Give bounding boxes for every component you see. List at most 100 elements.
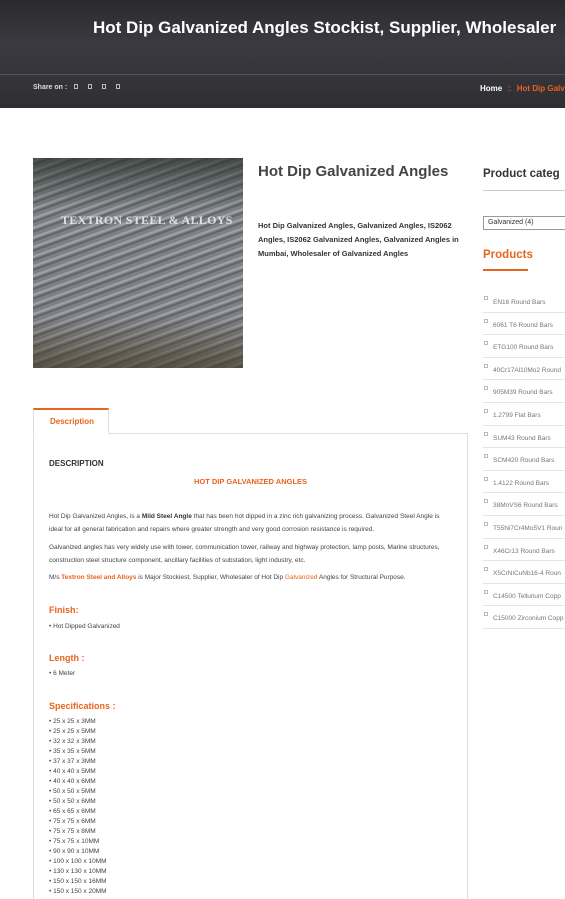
bullet-icon — [484, 431, 488, 436]
spec-value: 37 x 37 x 3MM — [53, 758, 96, 765]
bullet-icon — [484, 589, 488, 594]
sidebar-product-item[interactable]: C14500 Tellurium Copp — [483, 584, 565, 607]
spec-value: 40 x 40 x 6MM — [53, 778, 96, 785]
length-value: • 6 Meter — [49, 670, 76, 677]
spec-item: • 50 x 50 x 5MM — [49, 787, 107, 797]
finish-value: • Hot Dipped Galvanized — [49, 623, 120, 630]
breadcrumb-home-link[interactable]: Home — [480, 84, 502, 93]
product-categories-heading: Product categ — [483, 168, 560, 180]
breadcrumb-current: Hot Dip Galv — [516, 84, 565, 93]
sidebar-product-item[interactable]: X46Cr13 Round Bars — [483, 539, 565, 562]
facebook-icon[interactable] — [74, 84, 78, 89]
heading-divider — [483, 190, 565, 191]
product-tags: Hot Dip Galvanized Angles, Galvanized An… — [258, 221, 459, 258]
description-subheading: HOT DIP GALVANIZED ANGLES — [193, 477, 308, 486]
company-link[interactable]: Textron Steel and Alloys — [61, 574, 136, 581]
sidebar-product-item[interactable]: EN16 Round Bars — [483, 290, 565, 313]
share-icons — [74, 84, 120, 89]
sidebar-product-label: ETG100 Round Bars — [493, 344, 554, 352]
specifications-heading: Specifications : — [49, 701, 116, 711]
products-heading: Products — [483, 249, 533, 261]
spec-value: 40 x 40 x 5MM — [53, 768, 96, 775]
bullet-icon — [484, 612, 488, 617]
description-paragraph-2: Galvanized angles has very widely use wi… — [49, 544, 440, 564]
sidebar-product-label: 40Cr17Al10Mo2 Round — [493, 366, 561, 374]
sidebar-product-item[interactable]: 905M39 Round Bars — [483, 380, 565, 403]
spec-item: • 75 x 75 x 10MM — [49, 837, 107, 847]
spec-item: • 75 x 75 x 6MM — [49, 817, 107, 827]
sidebar-product-label: 6061 T6 Round Bars — [493, 321, 553, 329]
sidebar-product-item[interactable]: 1.4122 Round Bars — [483, 471, 565, 494]
sidebar-product-label: C15000 Zirconium Copp — [493, 615, 564, 623]
sidebar-product-item[interactable]: 1.2799 Flat Bars — [483, 403, 565, 426]
spec-value: 25 x 25 x 3MM — [53, 718, 96, 725]
spec-value: 25 x 25 x 5MM — [53, 728, 96, 735]
sidebar-product-label: 1.2799 Flat Bars — [493, 411, 541, 419]
sidebar-product-label: X5CrNiCuNb16-4 Roun — [493, 570, 561, 578]
product-title: Hot Dip Galvanized Angles — [258, 163, 449, 180]
specifications-list: • 25 x 25 x 3MM • 25 x 25 x 5MM • 32 x 32 … — [49, 717, 107, 897]
spec-item: • 40 x 40 x 6MM — [49, 777, 107, 787]
sidebar-product-label: X46Cr13 Round Bars — [493, 547, 555, 555]
product-image[interactable]: TEXTRON STEEL & ALLOYS — [33, 158, 243, 368]
spec-value: 50 x 50 x 6MM — [53, 798, 96, 805]
spec-item: • 40 x 40 x 5MM — [49, 767, 107, 777]
spec-value: 75 x 75 x 8MM — [53, 828, 96, 835]
banner-divider — [0, 74, 565, 75]
page-title: Hot Dip Galvanized Angles Stockist, Supp… — [93, 18, 557, 37]
finish-heading: Finish: — [49, 605, 79, 615]
sidebar-product-label: T55Ni7Cr4Mo5V1 Roun — [493, 524, 563, 532]
spec-item: • 100 x 100 x 10MM — [49, 857, 107, 867]
sidebar-product-item[interactable]: SUM43 Round Bars — [483, 426, 565, 449]
sidebar-product-label: EN16 Round Bars — [493, 299, 546, 306]
spec-item: • 150 x 150 x 20MM — [49, 887, 107, 897]
spec-value: 130 x 130 x 10MM — [53, 868, 107, 875]
spec-value: 32 x 32 x 3MM — [53, 738, 96, 745]
sidebar-product-item[interactable]: C15000 Zirconium Copp — [483, 606, 565, 629]
breadcrumb: Home:: Hot Dip Galv — [480, 84, 565, 93]
sidebar-product-label: SCM420 Round Bars — [493, 457, 555, 465]
products-list: EN16 Round Bars 6061 T6 Round Bars ETG100 … — [483, 290, 565, 629]
sidebar-product-label: SUM43 Round Bars — [493, 434, 551, 442]
tab-description[interactable]: Description — [33, 408, 109, 434]
bullet-icon — [484, 521, 488, 526]
sidebar-product-item[interactable]: T55Ni7Cr4Mo5V1 Roun — [483, 516, 565, 539]
spec-item: • 25 x 25 x 3MM — [49, 717, 107, 727]
spec-item: • 50 x 50 x 6MM — [49, 797, 107, 807]
sidebar-product-item[interactable]: 6061 T6 Round Bars — [483, 313, 565, 336]
image-shading — [33, 158, 243, 368]
bullet-icon — [484, 499, 488, 504]
spec-item: • 90 x 90 x 10MM — [49, 847, 107, 857]
galvanized-link[interactable]: Galvanized — [285, 574, 318, 581]
text-bold: Mild Steel Angle — [141, 513, 192, 520]
sidebar-product-label: C14500 Tellurium Copp — [493, 592, 561, 600]
sidebar-product-item[interactable]: X5CrNiCuNb16-4 Roun — [483, 561, 565, 584]
spec-item: • 65 x 65 x 6MM — [49, 807, 107, 817]
bullet-icon — [484, 386, 488, 391]
bullet-icon — [484, 454, 488, 459]
breadcrumb-separator: :: — [507, 84, 512, 93]
sidebar-product-item[interactable]: 38MnVS6 Round Bars — [483, 493, 565, 516]
spec-item: • 25 x 25 x 5MM — [49, 727, 107, 737]
spec-item: • 150 x 150 x 16MM — [49, 877, 107, 887]
spec-value: 75 x 75 x 10MM — [53, 838, 100, 845]
bullet-icon — [484, 363, 488, 368]
text: is Major Stockiest, Supplier, Wholesaler… — [136, 574, 285, 581]
sidebar-product-label: 1.4122 Round Bars — [493, 479, 550, 487]
bullet-icon — [484, 318, 488, 323]
text: Angles for Structural Purpose. — [317, 574, 406, 581]
text: M/s — [49, 574, 62, 581]
spec-item: • 37 x 37 x 3MM — [49, 757, 107, 767]
sidebar-product-item[interactable]: SCM420 Round Bars — [483, 448, 565, 471]
description-paragraph-1: Hot Dip Galvanized Angles, is a Mild Ste… — [49, 511, 454, 536]
sidebar-product-item[interactable]: 40Cr17Al10Mo2 Round — [483, 358, 565, 381]
spec-value: 75 x 75 x 6MM — [53, 818, 96, 825]
pinterest-icon[interactable] — [116, 84, 120, 89]
twitter-icon[interactable] — [88, 84, 92, 89]
linkedin-icon[interactable] — [102, 84, 106, 89]
spec-value: 150 x 150 x 20MM — [53, 888, 107, 895]
sidebar-product-item[interactable]: ETG100 Round Bars — [483, 335, 565, 358]
category-select[interactable]: Galvanized (4) — [483, 216, 565, 230]
length-heading: Length : — [49, 653, 85, 663]
products-heading-underline — [483, 269, 528, 271]
